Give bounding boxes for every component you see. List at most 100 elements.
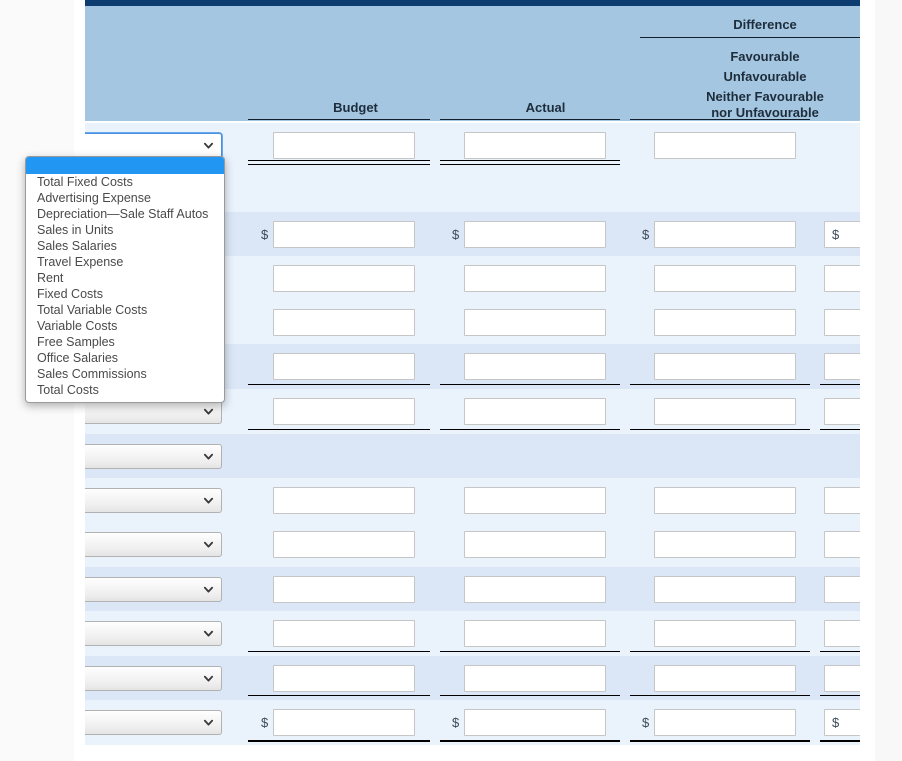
total-rule-single (440, 651, 620, 652)
total-rule-single (248, 651, 430, 652)
account-select-row-10[interactable]: Total Fixed CostsAdvertising ExpenseDepr… (85, 532, 222, 557)
total-rule-single (248, 429, 430, 430)
amount-input-r5-c2[interactable] (464, 309, 606, 336)
currency-symbol: $ (642, 715, 650, 730)
total-rule-single (820, 384, 860, 385)
table-row: Total Fixed CostsAdvertising ExpenseDepr… (85, 478, 860, 522)
amount-input-r3-c4[interactable] (824, 221, 860, 248)
account-select-row-11[interactable]: Total Fixed CostsAdvertising ExpenseDepr… (85, 577, 222, 602)
currency-symbol: $ (261, 227, 269, 242)
dropdown-option-10[interactable]: Variable Costs (26, 318, 224, 334)
amount-input-r4-c4[interactable] (824, 265, 860, 292)
dropdown-option-8[interactable]: Fixed Costs (26, 286, 224, 302)
amount-input-r12-c2[interactable] (464, 620, 606, 647)
amount-input-r13-c4[interactable] (824, 665, 860, 692)
amount-input-r10-c3[interactable] (654, 531, 796, 558)
account-select-dropdown[interactable]: Total Fixed Costs Advertising Expense Depr… (25, 156, 225, 403)
currency-symbol: $ (832, 227, 840, 242)
table-row: Total Fixed CostsAdvertising ExpenseDepr… (85, 656, 860, 700)
account-select-row-14[interactable]: Total Fixed CostsAdvertising ExpenseDepr… (85, 710, 222, 735)
amount-input-r9-c2[interactable] (464, 487, 606, 514)
worksheet-header: Difference Favourable Unfavourable Neith… (85, 6, 860, 121)
dropdown-option-4[interactable]: Sales in Units (26, 222, 224, 238)
amount-input-r7-c2[interactable] (464, 398, 606, 425)
account-select-row-13[interactable]: Total Fixed CostsAdvertising ExpenseDepr… (85, 666, 222, 691)
amount-input-r11-c2[interactable] (464, 576, 606, 603)
dropdown-option-7[interactable]: Rent (26, 270, 224, 286)
total-rule-single (630, 429, 810, 430)
table-row: Total Fixed CostsAdvertising ExpenseDepr… (85, 434, 860, 478)
amount-input-r12-c1[interactable] (273, 620, 415, 647)
amount-input-r12-c4[interactable] (824, 620, 860, 647)
amount-input-r9-c1[interactable] (273, 487, 415, 514)
header-difference: Difference (733, 17, 797, 32)
currency-symbol: $ (642, 227, 650, 242)
dropdown-option-12[interactable]: Office Salaries (26, 350, 224, 366)
amount-input-r3-c3[interactable] (654, 221, 796, 248)
dropdown-option-14[interactable]: Total Costs (26, 382, 224, 398)
amount-input-r11-c3[interactable] (654, 576, 796, 603)
account-select-row-12[interactable]: Total Fixed CostsAdvertising ExpenseDepr… (85, 621, 222, 646)
currency-symbol: $ (832, 715, 840, 730)
header-budget-rule (248, 119, 430, 120)
dropdown-option-1[interactable]: Total Fixed Costs (26, 174, 224, 190)
amount-input-r12-c3[interactable] (654, 620, 796, 647)
amount-input-r7-c3[interactable] (654, 398, 796, 425)
dropdown-option-9[interactable]: Total Variable Costs (26, 302, 224, 318)
amount-input-r10-c4[interactable] (824, 531, 860, 558)
amount-input-r4-c1[interactable] (273, 265, 415, 292)
amount-input-r1-c1[interactable] (273, 132, 415, 159)
dropdown-option-3[interactable]: Depreciation—Sale Staff Autos (26, 206, 224, 222)
amount-input-r5-c3[interactable] (654, 309, 796, 336)
amount-input-r6-c4[interactable] (824, 353, 860, 380)
dropdown-option-2[interactable]: Advertising Expense (26, 190, 224, 206)
amount-input-r9-c4[interactable] (824, 487, 860, 514)
amount-input-r11-c4[interactable] (824, 576, 860, 603)
screenshot-root: Difference Favourable Unfavourable Neith… (0, 0, 902, 761)
amount-input-r13-c1[interactable] (273, 665, 415, 692)
total-rule-single (630, 695, 810, 696)
amount-input-r10-c2[interactable] (464, 531, 606, 558)
total-rule-thick (630, 740, 810, 742)
dropdown-option-6[interactable]: Travel Expense (26, 254, 224, 270)
amount-input-r14-c1[interactable] (273, 709, 415, 736)
amount-input-r7-c1[interactable] (273, 398, 415, 425)
amount-input-r14-c3[interactable] (654, 709, 796, 736)
amount-input-r14-c2[interactable] (464, 709, 606, 736)
account-select-row-9[interactable]: Total Fixed CostsAdvertising ExpenseDepr… (85, 488, 222, 513)
amount-input-r6-c1[interactable] (273, 353, 415, 380)
dropdown-option-5[interactable]: Sales Salaries (26, 238, 224, 254)
dropdown-option-11[interactable]: Free Samples (26, 334, 224, 350)
amount-input-r7-c4[interactable] (824, 398, 860, 425)
amount-input-r5-c1[interactable] (273, 309, 415, 336)
dropdown-option-13[interactable]: Sales Commissions (26, 366, 224, 382)
amount-input-r1-c3[interactable] (654, 132, 796, 159)
amount-input-r9-c3[interactable] (654, 487, 796, 514)
amount-input-r3-c1[interactable] (273, 221, 415, 248)
amount-input-r11-c1[interactable] (273, 576, 415, 603)
dropdown-option-0[interactable] (26, 157, 224, 174)
account-select-row-8[interactable]: Total Fixed CostsAdvertising ExpenseDepr… (85, 444, 222, 469)
total-rule-single (440, 429, 620, 430)
amount-input-r6-c3[interactable] (654, 353, 796, 380)
amount-input-r10-c1[interactable] (273, 531, 415, 558)
amount-input-r6-c2[interactable] (464, 353, 606, 380)
account-select-row-1[interactable]: Total Fixed CostsAdvertising ExpenseDepr… (85, 133, 222, 158)
amount-input-r5-c4[interactable] (824, 309, 860, 336)
currency-symbol: $ (452, 227, 460, 242)
amount-input-r14-c4[interactable] (824, 709, 860, 736)
amount-input-r13-c2[interactable] (464, 665, 606, 692)
amount-input-r4-c3[interactable] (654, 265, 796, 292)
header-difference-neither-favourable: Neither Favourable (706, 89, 824, 104)
total-rule-single (630, 651, 810, 652)
total-rule-single (630, 384, 810, 385)
amount-input-r3-c2[interactable] (464, 221, 606, 248)
amount-input-r1-c2[interactable] (464, 132, 606, 159)
total-rule-single (248, 695, 430, 696)
amount-input-r13-c3[interactable] (654, 665, 796, 692)
header-difference-unfavourable: Unfavourable (723, 69, 807, 84)
total-rule-single (440, 695, 620, 696)
total-rule-single (820, 429, 860, 430)
header-difference-favourable: Favourable (730, 49, 800, 64)
amount-input-r4-c2[interactable] (464, 265, 606, 292)
